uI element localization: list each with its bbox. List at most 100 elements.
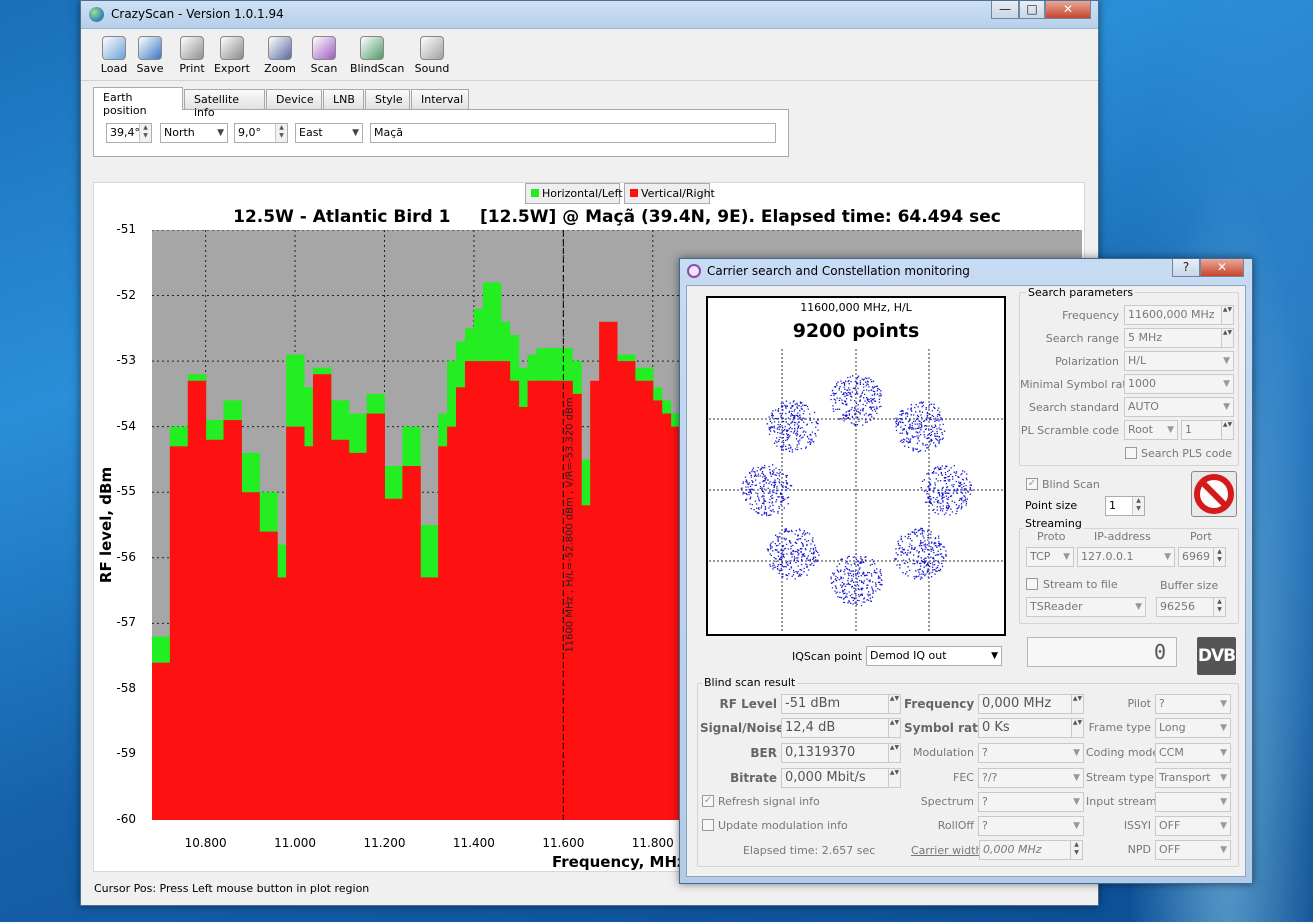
npd-field[interactable]: OFF ▼: [1155, 840, 1231, 860]
blind-scan-result-title: Blind scan result: [702, 676, 798, 689]
bitrate-field[interactable]: 0,000 Mbit/s ▲▼: [781, 768, 901, 788]
zoom-button-label: Zoom: [264, 62, 296, 75]
legend-horizontal[interactable]: Horizontal/Left: [525, 183, 623, 204]
carrier-width-label[interactable]: Carrier width: [911, 844, 982, 857]
longitude-spinner[interactable]: 9,0° ▲ ▼: [234, 123, 288, 143]
range-field[interactable]: 5 MHz ▲▼: [1124, 328, 1234, 348]
export-button-label: Export: [213, 62, 250, 75]
refresh-signal-label: Refresh signal info: [718, 795, 820, 808]
refresh-signal-checkbox[interactable]: ✓: [702, 795, 714, 807]
proto-select[interactable]: TCP ▼: [1026, 547, 1074, 567]
frequency-field[interactable]: 11600,000 MHz ▲▼: [1124, 305, 1234, 325]
range-label: Search range: [1045, 332, 1119, 345]
sn-label: Signal/Noise: [700, 721, 785, 735]
search-pls-label: Search PLS code: [1141, 447, 1233, 460]
stop-button[interactable]: [1191, 471, 1237, 517]
tab-lnb[interactable]: LNB: [323, 89, 364, 109]
tab-style[interactable]: Style: [365, 89, 410, 109]
save-button-label: Save: [136, 62, 164, 75]
min_sr-field[interactable]: 1000 ▼: [1124, 374, 1234, 394]
pls-label: PL Scramble code: [1020, 424, 1119, 437]
bar-vertical: [241, 492, 260, 820]
tab-interval[interactable]: Interval: [411, 89, 469, 109]
latitude-direction-select[interactable]: North ▼: [160, 123, 228, 143]
save-button[interactable]: Save: [128, 36, 172, 75]
sr-field[interactable]: 0 Ks ▲▼: [978, 718, 1084, 738]
bar-vertical: [259, 531, 278, 820]
magnifier-icon: [312, 36, 336, 60]
longitude-direction-select[interactable]: East ▼: [295, 123, 363, 143]
coding-field[interactable]: CCM ▼: [1155, 743, 1231, 763]
dialog-close-button[interactable]: ✕: [1200, 259, 1244, 277]
ber-field[interactable]: 0,1319370 ▲▼: [781, 743, 901, 763]
istream-label: Input stream: [1086, 795, 1157, 808]
stream-to-file-checkbox[interactable]: [1026, 578, 1038, 590]
pls-mode-select[interactable]: Root ▼: [1124, 420, 1178, 440]
fec-label: FEC: [953, 771, 974, 784]
tab-satellite-info[interactable]: Satellite info: [184, 89, 265, 119]
carrier-width-spinner[interactable]: 0,000 MHz ▲ ▼: [979, 840, 1083, 860]
issyi-field[interactable]: OFF ▼: [1155, 816, 1231, 836]
zoom-button[interactable]: Zoom: [258, 36, 302, 75]
spec-field[interactable]: ? ▼: [978, 792, 1084, 812]
port-label: Port: [1190, 530, 1212, 543]
chevron-down-icon: ▼: [1220, 699, 1227, 709]
rf-field[interactable]: -51 dBm ▲▼: [781, 694, 901, 714]
standard-field[interactable]: AUTO ▼: [1124, 397, 1234, 417]
roll-field[interactable]: ? ▼: [978, 816, 1084, 836]
chevron-down-icon: ▼: [1220, 723, 1227, 733]
pilot-field[interactable]: ? ▼: [1155, 694, 1231, 714]
blindscan-button[interactable]: BlindScan: [350, 36, 404, 75]
sound-button[interactable]: Sound: [410, 36, 454, 75]
x-tick-label: 10.800: [184, 836, 227, 850]
mod-field[interactable]: ? ▼: [978, 743, 1084, 763]
min_sr-label: Minimal Symbol rate: [1020, 378, 1134, 391]
load-button-label: Load: [100, 62, 128, 75]
freq-field[interactable]: 0,000 MHz ▲▼: [978, 694, 1084, 714]
update-modulation-checkbox[interactable]: [702, 819, 714, 831]
search-pls-checkbox[interactable]: [1125, 447, 1137, 459]
port-spinner[interactable]: 6969 ▲ ▼: [1178, 547, 1226, 567]
bar-vertical: [295, 446, 314, 820]
iq-scan-select[interactable]: Demod IQ out ▼: [866, 646, 1002, 666]
stype-field[interactable]: Transport ▼: [1155, 768, 1231, 788]
export-button[interactable]: Export: [210, 36, 254, 75]
blind-scan-checkbox[interactable]: ✓: [1026, 478, 1038, 490]
iq-scan-label: IQScan point: [792, 650, 863, 663]
npd-label: NPD: [1127, 843, 1151, 856]
scan-button[interactable]: Scan: [302, 36, 346, 75]
zoom-icon: [268, 36, 292, 60]
chevron-down-icon: ▼: [1063, 552, 1070, 562]
pls-value-spinner[interactable]: 1 ▲▼: [1181, 420, 1234, 440]
legend-vertical[interactable]: Vertical/Right: [624, 183, 715, 204]
fec-field[interactable]: ?/? ▼: [978, 768, 1084, 788]
maximize-button[interactable]: □: [1019, 1, 1045, 19]
constellation-points: [740, 375, 973, 607]
x-tick-label: 11.600: [542, 836, 585, 850]
minimize-button[interactable]: —: [991, 1, 1019, 19]
point-size-spinner[interactable]: 1 ▲ ▼: [1105, 496, 1145, 516]
polarization-field[interactable]: H/L ▼: [1124, 351, 1234, 371]
sr-label: Symbol rate: [904, 721, 986, 735]
cursor-readout: 11600 MHz , H/L=-52.800 dBm , V/R=-53.32…: [564, 397, 576, 653]
buffer-size-spinner[interactable]: 96256 ▲ ▼: [1156, 597, 1226, 617]
tab-device[interactable]: Device: [266, 89, 322, 109]
main-titlebar[interactable]: CrazyScan - Version 1.0.1.94: [81, 1, 1098, 29]
frame-field[interactable]: Long ▼: [1155, 718, 1231, 738]
sn-field[interactable]: 12,4 dB ▲▼: [781, 718, 901, 738]
chevron-down-icon: ▼: [1164, 552, 1171, 562]
dialog-help-button[interactable]: ?: [1172, 259, 1200, 277]
latitude-spinner[interactable]: 39,4° ▲ ▼: [106, 123, 152, 143]
bar-vertical: [366, 413, 385, 820]
constellation-plot[interactable]: [709, 349, 1003, 632]
tab-earth-position[interactable]: Earth position: [93, 87, 183, 117]
main-close-button[interactable]: ✕: [1045, 1, 1091, 19]
chevron-down-icon: ▼: [1135, 602, 1142, 612]
reader-select[interactable]: TSReader ▼: [1026, 597, 1146, 617]
print-button[interactable]: Print: [170, 36, 214, 75]
istream-field[interactable]: ▼: [1155, 792, 1231, 812]
ip-select[interactable]: 127.0.0.1 ▼: [1077, 547, 1175, 567]
location-input[interactable]: Maçã: [370, 123, 776, 143]
blind-scan-label: Blind Scan: [1042, 478, 1100, 491]
proto-label: Proto: [1037, 530, 1066, 543]
